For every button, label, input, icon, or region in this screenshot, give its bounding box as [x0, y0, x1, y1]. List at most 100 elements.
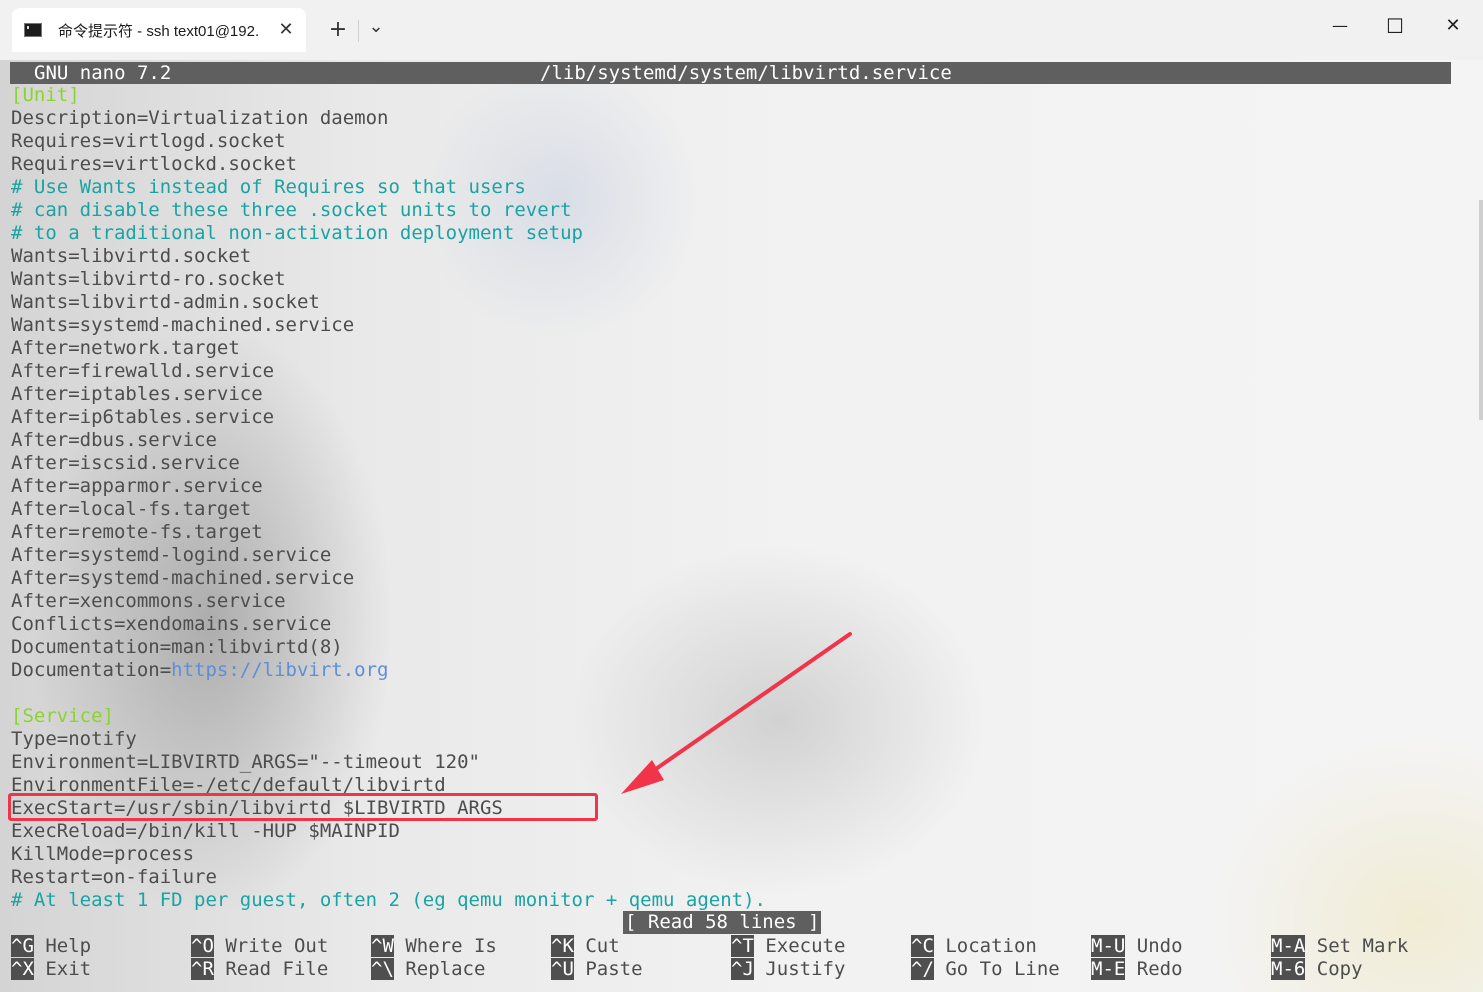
nano-version: GNU nano 7.2 — [34, 62, 172, 84]
shortcut-item: ^/ Go To Line — [911, 958, 1060, 981]
section-header: [Service] — [11, 705, 114, 727]
code-line: After=iscsid.service — [11, 452, 240, 474]
shortcut-key: ^O — [191, 935, 214, 957]
code-line: After=network.target — [11, 337, 240, 359]
shortcut-key: ^U — [551, 958, 574, 980]
shortcut-item: ^J Justify — [731, 958, 845, 981]
section-header: [Unit] — [11, 84, 80, 106]
code-line: ExecReload=/bin/kill -HUP $MAINPID — [11, 820, 400, 842]
code-line: After=dbus.service — [11, 429, 217, 451]
shortcut-label: Justify — [753, 958, 846, 980]
shortcut-item: ^T Execute — [731, 935, 845, 958]
shortcut-label: Redo — [1125, 958, 1183, 980]
shortcut-item: ^U Paste — [551, 958, 643, 981]
shortcut-key: ^K — [551, 935, 574, 957]
shortcut-item: M-E Redo — [1091, 958, 1183, 981]
code-line: Requires=virtlockd.socket — [11, 153, 297, 175]
close-icon[interactable]: ✕ — [276, 20, 296, 40]
shortcut-item: ^O Write Out — [191, 935, 328, 958]
comment-line: # can disable these three .socket units … — [11, 199, 572, 221]
comment-line: # Use Wants instead of Requires so that … — [11, 176, 526, 198]
shortcut-key: ^\ — [371, 958, 394, 980]
code-line: Documentation=https://libvirt.org — [11, 659, 389, 681]
shortcut-key: ^G — [11, 935, 34, 957]
shortcut-label: Cut — [573, 935, 620, 957]
shortcut-item: ^\ Replace — [371, 958, 485, 981]
title-bar: 命令提示符 - ssh text01@192. ✕ + ⌄ — ☐ ✕ — [0, 0, 1483, 60]
code-line: Wants=systemd-machined.service — [11, 314, 355, 336]
shortcut-key: ^X — [11, 958, 34, 980]
shortcut-key: M-E — [1091, 958, 1126, 980]
shortcut-label: Write Out — [213, 935, 329, 957]
comment-line: # to a traditional non-activation deploy… — [11, 222, 583, 244]
code-line: Conflicts=xendomains.service — [11, 613, 332, 635]
shortcut-item: ^G Help — [11, 935, 91, 958]
shortcut-label: Where Is — [393, 935, 497, 957]
shortcut-label: Exit — [33, 958, 92, 980]
shortcut-key: ^W — [371, 935, 394, 957]
nano-header: GNU nano 7.2 /lib/systemd/system/libvirt… — [10, 62, 1451, 84]
shortcut-label: Execute — [753, 935, 846, 957]
shortcut-item: ^R Read File — [191, 958, 328, 981]
shortcut-key: M-U — [1091, 935, 1126, 957]
terminal-icon — [24, 23, 42, 37]
shortcut-key: ^T — [731, 935, 754, 957]
shortcut-item: ^C Location — [911, 935, 1037, 958]
minimize-icon[interactable]: — — [1317, 10, 1363, 42]
code-line: Wants=libvirtd-admin.socket — [11, 291, 320, 313]
code-line: Description=Virtualization daemon — [11, 107, 389, 129]
code-line: Requires=virtlogd.socket — [11, 130, 286, 152]
code-line: After=remote-fs.target — [11, 521, 263, 543]
scrollbar[interactable] — [1479, 200, 1483, 420]
code-line: After=xencommons.service — [11, 590, 286, 612]
code-line: Environment=LIBVIRTD_ARGS="--timeout 120… — [11, 751, 480, 773]
url-link[interactable]: https://libvirt.org — [171, 659, 388, 681]
terminal-pane[interactable]: GNU nano 7.2 /lib/systemd/system/libvirt… — [0, 60, 1483, 992]
shortcut-label: Undo — [1125, 935, 1183, 957]
shortcut-item: ^K Cut — [551, 935, 620, 958]
shortcut-item: M-6 Copy — [1271, 958, 1363, 981]
plus-icon[interactable]: + — [320, 14, 356, 46]
code-line: After=iptables.service — [11, 383, 263, 405]
tab-title: 命令提示符 - ssh text01@192. — [58, 22, 258, 40]
shortcut-label: Location — [933, 935, 1037, 957]
maximize-icon[interactable]: ☐ — [1372, 10, 1418, 42]
shortcut-key: ^J — [731, 958, 754, 980]
file-path: /lib/systemd/system/libvirtd.service — [540, 62, 952, 84]
code-line: Documentation=man:libvirtd(8) — [11, 636, 343, 658]
shortcut-label: Go To Line — [933, 958, 1060, 980]
chevron-down-icon[interactable]: ⌄ — [358, 14, 394, 46]
editor-content[interactable]: [Unit] Description=Virtualization daemon R… — [11, 84, 766, 912]
code-line: Type=notify — [11, 728, 137, 750]
shortcut-key: ^C — [911, 935, 934, 957]
shortcut-label: Copy — [1305, 958, 1363, 980]
code-line: After=systemd-machined.service — [11, 567, 355, 589]
code-line: After=ip6tables.service — [11, 406, 275, 428]
shortcut-key: M-A — [1271, 935, 1306, 957]
close-window-icon[interactable]: ✕ — [1430, 10, 1476, 42]
tab-ssh[interactable]: 命令提示符 - ssh text01@192. ✕ — [12, 8, 306, 52]
code-line: KillMode=process — [11, 843, 195, 865]
shortcut-label: Replace — [393, 958, 486, 980]
code-line: Wants=libvirtd-ro.socket — [11, 268, 286, 290]
shortcut-item: M-U Undo — [1091, 935, 1183, 958]
shortcut-key: ^/ — [911, 958, 934, 980]
shortcut-key: M-6 — [1271, 958, 1306, 980]
status-message: [ Read 58 lines ] — [623, 911, 822, 934]
shortcut-label: Read File — [213, 958, 329, 980]
shortcut-item: ^W Where Is — [371, 935, 497, 958]
code-line: After=firewalld.service — [11, 360, 275, 382]
shortcut-label: Paste — [573, 958, 643, 980]
code-line: After=apparmor.service — [11, 475, 263, 497]
shortcut-key: ^R — [191, 958, 214, 980]
shortcut-bar: ^G Help ^X Exit ^O Write Out ^R Read File ^W… — [11, 935, 1471, 981]
code-line: After=local-fs.target — [11, 498, 252, 520]
highlight-box — [8, 793, 598, 821]
shortcut-label: Help — [33, 935, 92, 957]
shortcut-item: ^X Exit — [11, 958, 91, 981]
comment-line: # At least 1 FD per guest, often 2 (eg q… — [11, 889, 766, 911]
shortcut-label: Set Mark — [1305, 935, 1409, 957]
shortcut-item: M-A Set Mark — [1271, 935, 1408, 958]
code-line: After=systemd-logind.service — [11, 544, 332, 566]
